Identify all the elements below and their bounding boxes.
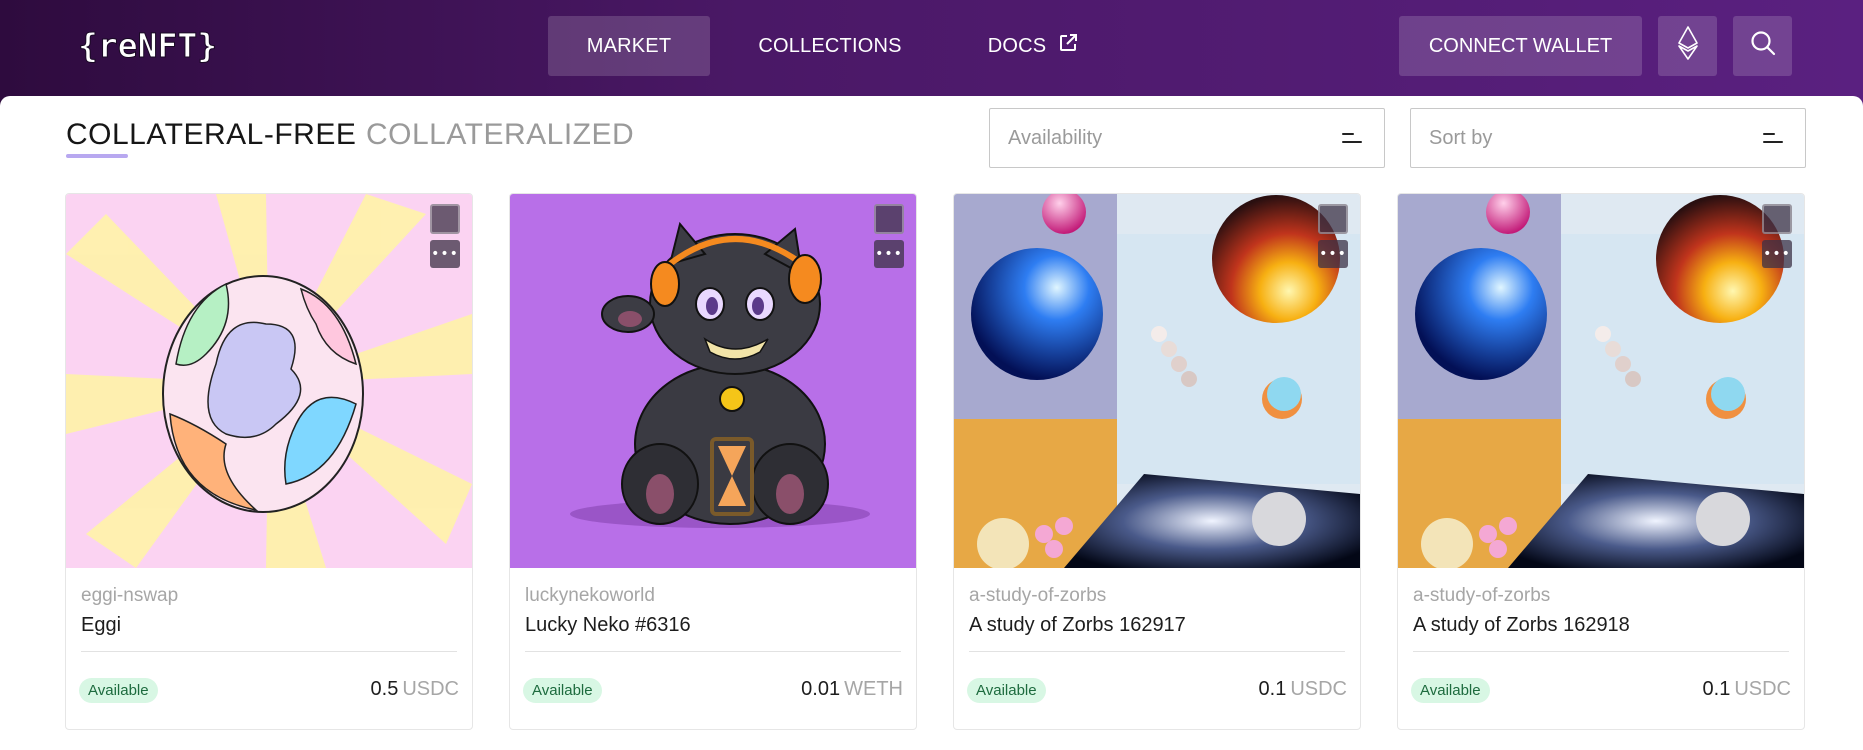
nav-market[interactable]: MARKET: [548, 16, 710, 76]
nft-card[interactable]: ••• eggi-nswap Eggi Available 0.5 USDC: [65, 193, 473, 730]
card-divider: [81, 651, 457, 652]
nft-card[interactable]: ••• a-study-of-zorbs A study of Zorbs 16…: [953, 193, 1361, 730]
card-price: 0.5 USDC: [371, 678, 459, 701]
price-currency: USDC: [1290, 678, 1347, 700]
status-badge: Available: [967, 678, 1046, 703]
card-title[interactable]: Eggi: [81, 614, 121, 637]
tab-collateral-free[interactable]: COLLATERAL-FREE: [66, 118, 356, 152]
price-currency: USDC: [402, 678, 459, 700]
card-price: 0.01 WETH: [801, 678, 903, 701]
top-header: {reNFT} MARKET COLLECTIONS DOCS CONNECT …: [0, 0, 1863, 96]
nft-image-lucky-neko[interactable]: •••: [510, 194, 916, 568]
network-button[interactable]: [1658, 16, 1717, 76]
more-options-icon[interactable]: •••: [1762, 240, 1792, 268]
availability-select[interactable]: Availability: [989, 108, 1385, 168]
search-button[interactable]: [1733, 16, 1792, 76]
price-value: 0.1: [1702, 678, 1731, 700]
active-tab-indicator: [66, 154, 128, 158]
external-link-icon: [1058, 33, 1078, 59]
card-divider: [969, 651, 1345, 652]
card-collection: a-study-of-zorbs: [969, 585, 1107, 606]
nft-card[interactable]: ••• a-study-of-zorbs A study of Zorbs 16…: [1397, 193, 1805, 730]
main-panel: COLLATERAL-FREE COLLATERALIZED Availabil…: [0, 96, 1863, 750]
search-icon: [1750, 30, 1776, 62]
select-checkbox[interactable]: [430, 204, 460, 234]
card-collection: eggi-nswap: [81, 585, 179, 606]
status-badge: Available: [1411, 678, 1490, 703]
price-currency: USDC: [1734, 678, 1791, 700]
nft-image-zorbs-162918[interactable]: •••: [1398, 194, 1804, 568]
nav-docs-label: DOCS: [987, 34, 1047, 57]
connect-wallet-button[interactable]: CONNECT WALLET: [1399, 16, 1642, 76]
nav-collections-label: COLLECTIONS: [758, 34, 902, 57]
select-checkbox[interactable]: [1318, 204, 1348, 234]
tab-collateralized[interactable]: COLLATERALIZED: [366, 118, 634, 152]
price-currency: WETH: [844, 678, 903, 700]
sort-by-select[interactable]: Sort by: [1410, 108, 1806, 168]
status-badge: Available: [523, 678, 602, 703]
more-options-icon[interactable]: •••: [874, 240, 904, 268]
nav-docs[interactable]: DOCS: [968, 16, 1098, 76]
select-checkbox[interactable]: [1762, 204, 1792, 234]
card-title[interactable]: A study of Zorbs 162918: [1413, 614, 1630, 637]
svg-text:{reNFT}: {reNFT}: [78, 26, 217, 64]
select-checkbox[interactable]: [874, 204, 904, 234]
card-price: 0.1 USDC: [1259, 678, 1347, 701]
card-price: 0.1 USDC: [1703, 678, 1791, 701]
renft-logo[interactable]: {reNFT}: [78, 26, 272, 66]
nft-image-eggi[interactable]: •••: [66, 194, 472, 568]
nav-collections[interactable]: COLLECTIONS: [740, 16, 920, 76]
availability-placeholder: Availability: [1008, 126, 1103, 149]
ethereum-icon: [1677, 26, 1698, 66]
status-badge: Available: [79, 678, 158, 703]
card-collection: a-study-of-zorbs: [1413, 585, 1551, 606]
nft-card[interactable]: ••• luckynekoworld Lucky Neko #6316 Avai…: [509, 193, 917, 730]
nav-market-label: MARKET: [586, 34, 672, 57]
sort-by-placeholder: Sort by: [1429, 126, 1493, 149]
price-value: 0.1: [1258, 678, 1287, 700]
card-divider: [1413, 651, 1789, 652]
connect-wallet-label: CONNECT WALLET: [1428, 34, 1613, 57]
filter-lines-icon: [1763, 133, 1783, 145]
card-title[interactable]: Lucky Neko #6316: [525, 614, 691, 637]
more-options-icon[interactable]: •••: [1318, 240, 1348, 268]
price-value: 0.01: [801, 678, 841, 700]
filter-lines-icon: [1342, 133, 1362, 145]
more-options-icon[interactable]: •••: [430, 240, 460, 268]
card-title[interactable]: A study of Zorbs 162917: [969, 614, 1186, 637]
card-divider: [525, 651, 901, 652]
card-collection: luckynekoworld: [525, 585, 655, 606]
price-value: 0.5: [370, 678, 399, 700]
nft-image-zorbs-162917[interactable]: •••: [954, 194, 1360, 568]
